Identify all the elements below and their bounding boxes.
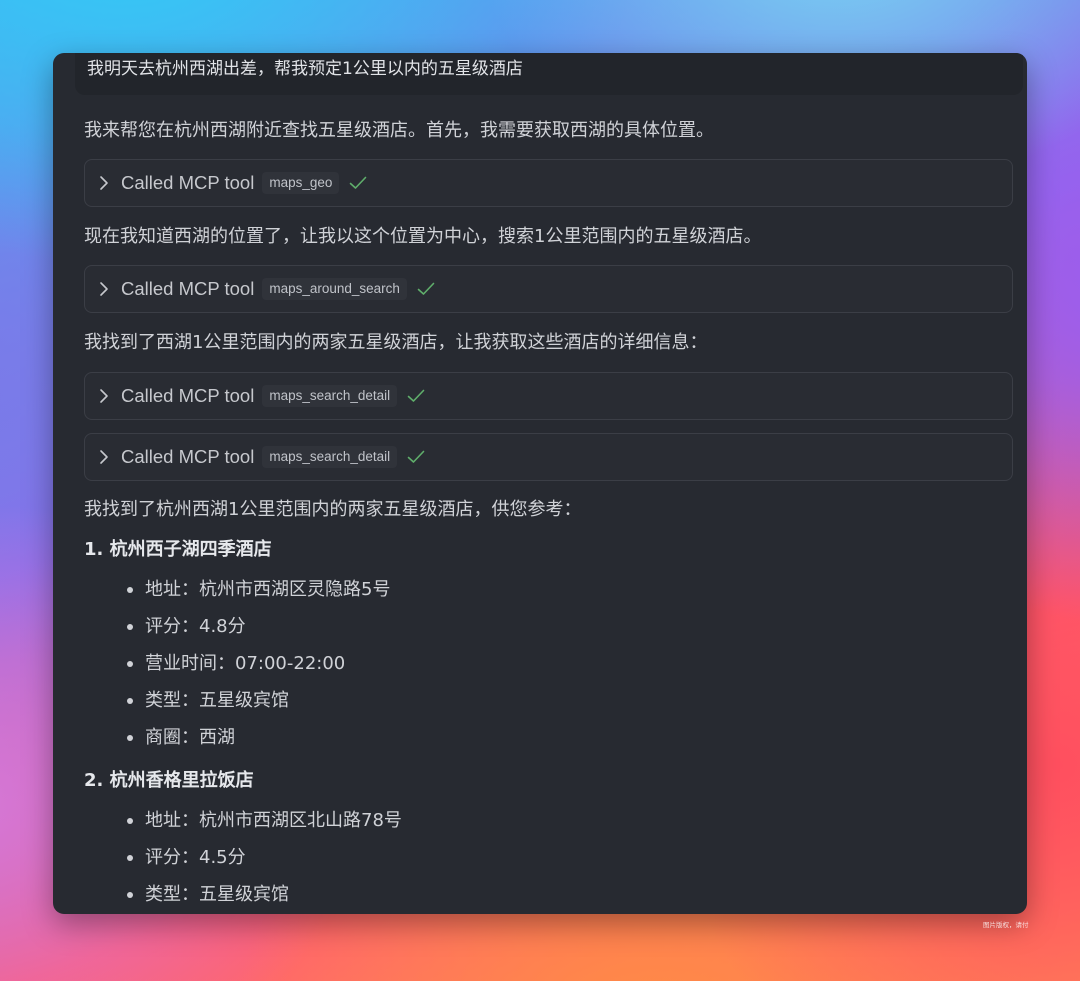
bullet-dot xyxy=(127,892,133,898)
list-item: 地址：杭州市西湖区北山路78号 xyxy=(127,809,402,833)
tool-call-label: Called MCP tool xyxy=(121,446,255,467)
user-message-text: 我明天去杭州西湖出差，帮我预定1公里以内的五星级酒店 xyxy=(87,59,523,79)
tool-name-badge: maps_geo xyxy=(262,172,340,194)
hotel-detail: 地址：杭州市西湖区灵隐路5号 xyxy=(145,579,391,600)
tool-name-badge: maps_around_search xyxy=(262,278,407,300)
tool-name-badge: maps_search_detail xyxy=(262,385,398,407)
assistant-message: 我找到了杭州西湖1公里范围内的两家五星级酒店，供您参考： xyxy=(84,499,582,520)
tool-call-label: Called MCP tool xyxy=(121,278,255,299)
chevron-right-icon xyxy=(100,450,108,464)
bullet-dot xyxy=(127,855,133,861)
tool-call-card[interactable]: Called MCP tool maps_around_search xyxy=(84,265,1013,313)
hotel-detail: 评分：4.8分 xyxy=(145,616,246,637)
tool-call-label: Called MCP tool xyxy=(121,172,255,193)
list-item: 商圈：西湖 xyxy=(127,726,235,750)
chevron-right-icon xyxy=(100,176,108,190)
check-icon xyxy=(407,389,425,402)
tool-call-card[interactable]: Called MCP tool maps_search_detail xyxy=(84,372,1013,420)
hotel-title: 1. 杭州西子湖四季酒店 xyxy=(84,539,272,560)
bullet-dot xyxy=(127,661,133,667)
list-item: 评分：4.8分 xyxy=(127,615,246,639)
hotel-title: 2. 杭州香格里拉饭店 xyxy=(84,770,254,791)
user-message: 我明天去杭州西湖出差，帮我预定1公里以内的五星级酒店 xyxy=(75,53,1023,95)
hotel-detail: 类型：五星级宾馆 xyxy=(145,884,289,905)
check-icon xyxy=(417,282,435,295)
chat-window: 我明天去杭州西湖出差，帮我预定1公里以内的五星级酒店 我来帮您在杭州西湖附近查找… xyxy=(53,53,1027,914)
tool-name-badge: maps_search_detail xyxy=(262,446,398,468)
hotel-detail: 营业时间：07:00-22:00 xyxy=(145,653,346,674)
list-item: 类型：五星级宾馆 xyxy=(127,883,289,907)
tool-call-label: Called MCP tool xyxy=(121,385,255,406)
watermark: 图片版权，请付 xyxy=(983,921,1029,929)
bullet-dot xyxy=(127,698,133,704)
list-item: 地址：杭州市西湖区灵隐路5号 xyxy=(127,578,390,602)
list-item: 类型：五星级宾馆 xyxy=(127,689,289,713)
assistant-message: 我找到了西湖1公里范围内的两家五星级酒店，让我获取这些酒店的详细信息： xyxy=(84,332,708,353)
tool-call-card[interactable]: Called MCP tool maps_geo xyxy=(84,159,1013,207)
assistant-message: 现在我知道西湖的位置了，让我以这个位置为中心，搜索1公里范围内的五星级酒店。 xyxy=(84,226,762,247)
hotel-detail: 类型：五星级宾馆 xyxy=(145,690,289,711)
bullet-dot xyxy=(127,735,133,741)
list-item: 评分：4.5分 xyxy=(127,846,246,870)
check-icon xyxy=(407,450,425,463)
chevron-right-icon xyxy=(100,282,108,296)
chevron-right-icon xyxy=(100,389,108,403)
assistant-message: 我来帮您在杭州西湖附近查找五星级酒店。首先，我需要获取西湖的具体位置。 xyxy=(84,120,714,141)
bullet-dot xyxy=(127,587,133,593)
bullet-dot xyxy=(127,818,133,824)
hotel-detail: 地址：杭州市西湖区北山路78号 xyxy=(145,810,402,831)
list-item: 营业时间：07:00-22:00 xyxy=(127,652,345,676)
tool-call-card[interactable]: Called MCP tool maps_search_detail xyxy=(84,433,1013,481)
bullet-dot xyxy=(127,624,133,630)
hotel-detail: 商圈：西湖 xyxy=(145,727,235,748)
check-icon xyxy=(350,176,367,189)
hotel-detail: 评分：4.5分 xyxy=(145,847,246,868)
